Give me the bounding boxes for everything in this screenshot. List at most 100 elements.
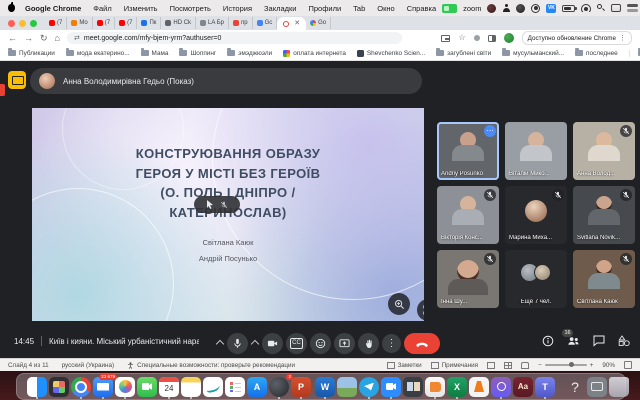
bookmark-folder-5[interactable]: эмэджюэли — [227, 50, 272, 57]
dock-viber-icon[interactable] — [491, 377, 511, 397]
comments-button[interactable]: Примечания — [431, 362, 478, 369]
status-app-icon[interactable] — [487, 4, 496, 13]
participant-tile-anna[interactable]: Анна Волод... — [573, 122, 635, 180]
slide-counter[interactable]: Слайд 4 из 11 — [8, 362, 49, 369]
dock-finder-icon[interactable] — [27, 377, 47, 397]
home-button[interactable]: ⌂ — [55, 34, 60, 43]
tile-options-icon[interactable]: ⋯ — [484, 125, 496, 137]
chrome-update-button[interactable]: Доступно обновление Chrome ⋮ — [522, 31, 632, 45]
profile-avatar[interactable] — [504, 33, 514, 43]
site-settings-icon[interactable]: ⇄ — [74, 34, 80, 42]
zoom-out-icon[interactable]: − — [538, 362, 542, 369]
bookmark-folder-fashion[interactable]: мода екатерино... — [66, 50, 130, 57]
participant-tile-inna[interactable]: Інна Шу... — [437, 250, 499, 308]
dock-books-icon[interactable] — [425, 377, 445, 397]
normal-view-button[interactable] — [487, 362, 495, 369]
menu-bookmarks[interactable]: Закладки — [258, 4, 302, 13]
reactions-button[interactable] — [310, 333, 331, 354]
notes-button[interactable]: Заметки — [387, 362, 422, 369]
browser-menu-icon[interactable]: ⋮ — [619, 34, 626, 42]
menu-history[interactable]: История — [217, 4, 258, 13]
raise-hand-button[interactable] — [358, 333, 379, 354]
dock-dictionary-icon[interactable]: Aa — [513, 377, 533, 397]
slide-expand-button[interactable] — [417, 299, 424, 321]
user-status-icon[interactable] — [502, 4, 510, 12]
camera-button[interactable] — [262, 333, 283, 354]
media-control-icon[interactable] — [441, 35, 450, 42]
dock-mail-icon[interactable]: 23 679 — [93, 377, 113, 397]
minimize-window-button[interactable] — [19, 20, 26, 27]
bookmark-folder-lost-worlds[interactable]: загублені світи — [436, 50, 491, 57]
participant-tile-svitlana-n[interactable]: Svitlana Novik... — [573, 186, 635, 244]
cam-options-chevron-icon[interactable] — [251, 339, 259, 347]
dock-image-file-icon[interactable] — [337, 377, 357, 397]
dock-vlc-icon[interactable] — [469, 377, 489, 397]
dock-missing-app-icon[interactable]: ? — [565, 377, 585, 397]
tab-9[interactable]: Gс — [253, 17, 278, 29]
spotlight-search-icon[interactable] — [597, 4, 605, 12]
dock-photos-icon[interactable] — [115, 377, 135, 397]
record-status-icon[interactable] — [531, 4, 540, 13]
all-bookmarks-button[interactable]: Все закладки — [629, 50, 640, 57]
menu-file[interactable]: Файл — [87, 4, 117, 13]
chat-button[interactable] — [593, 335, 605, 347]
participant-tile-viktoria[interactable]: Вікторія Конс... — [437, 186, 499, 244]
bookmark-folder-muslim[interactable]: мусульманский... — [502, 50, 564, 57]
menu-tab[interactable]: Tab — [347, 4, 371, 13]
bookmark-shevchenko[interactable]: Shevchenko Scien... — [357, 50, 425, 57]
reload-button[interactable]: ↻ — [40, 34, 48, 43]
dock-facetime-icon[interactable] — [137, 377, 157, 397]
forward-button[interactable]: → — [24, 34, 33, 43]
tab-youtube-2[interactable]: (7 — [93, 17, 115, 29]
tab-youtube-3[interactable]: (7 — [115, 17, 137, 29]
dock-calendar-icon[interactable]: 24 — [159, 377, 179, 397]
apple-menu-icon[interactable] — [8, 4, 15, 12]
bookmark-internet-payment[interactable]: оплата интернета — [283, 50, 346, 57]
back-button[interactable]: ← — [8, 34, 17, 43]
dock-screenshots-icon[interactable] — [403, 377, 423, 397]
leave-call-button[interactable] — [404, 333, 440, 354]
battery-icon[interactable] — [562, 5, 575, 12]
menu-edit[interactable]: Изменить — [118, 4, 164, 13]
menu-profiles[interactable]: Профили — [302, 4, 347, 13]
activities-button[interactable] — [618, 335, 630, 347]
captions-button[interactable]: CC — [286, 333, 307, 354]
zoom-knob[interactable] — [569, 362, 574, 367]
vk-menubar-icon[interactable]: VK — [546, 4, 556, 13]
language-status[interactable]: русский (Украина) — [62, 362, 115, 369]
slide-zoom-button[interactable] — [388, 293, 410, 315]
dock-word-icon[interactable]: W — [315, 377, 335, 397]
tab-7[interactable]: LA Бр — [196, 17, 229, 29]
bookmark-star-icon[interactable]: ☆ — [458, 34, 465, 42]
bookmark-folder-mama[interactable]: Мама — [141, 50, 169, 57]
slide-sorter-view-button[interactable] — [504, 362, 512, 369]
dock-launchpad-icon[interactable] — [49, 377, 69, 397]
dock-telegram-icon[interactable] — [359, 377, 379, 397]
menu-help[interactable]: Справка — [401, 4, 442, 13]
tab-close-icon[interactable]: ✕ — [294, 20, 300, 27]
status-dark-circle-icon[interactable] — [516, 4, 525, 13]
zoom-percent[interactable]: 90% — [602, 362, 615, 369]
dock-chrome-icon[interactable] — [71, 377, 91, 397]
participant-tile-vitaliy[interactable]: Віталій Мико... — [505, 122, 567, 180]
participant-tile-svitlana-k[interactable]: Світлана Каюк — [573, 250, 635, 308]
tab-gmail[interactable]: пр — [229, 17, 253, 29]
tab-youtube-1[interactable]: (7 — [45, 17, 67, 29]
close-window-button[interactable] — [8, 20, 15, 27]
bookmark-folder-recent[interactable]: последнее — [575, 50, 618, 57]
zoom-menubar-label[interactable]: zoom — [463, 4, 481, 13]
dock-teams-icon[interactable]: T — [535, 377, 555, 397]
tab-2[interactable]: Мо — [67, 17, 92, 29]
more-options-button[interactable]: ⋮ — [382, 334, 401, 353]
tab-6[interactable]: HD Ck — [161, 17, 196, 29]
fullscreen-window-button[interactable] — [30, 20, 37, 27]
participant-tile-andriy[interactable]: ⋯ Andriy Posunko — [437, 122, 499, 180]
zoom-track[interactable] — [545, 364, 587, 366]
dock-reminders-icon[interactable] — [225, 377, 245, 397]
fit-slide-button[interactable] — [624, 361, 632, 369]
control-center-icon[interactable] — [627, 4, 638, 12]
present-screen-button[interactable] — [334, 333, 355, 354]
menu-window[interactable]: Окно — [371, 4, 400, 13]
dock-stocks-icon[interactable] — [203, 377, 223, 397]
mic-button[interactable] — [227, 333, 248, 354]
